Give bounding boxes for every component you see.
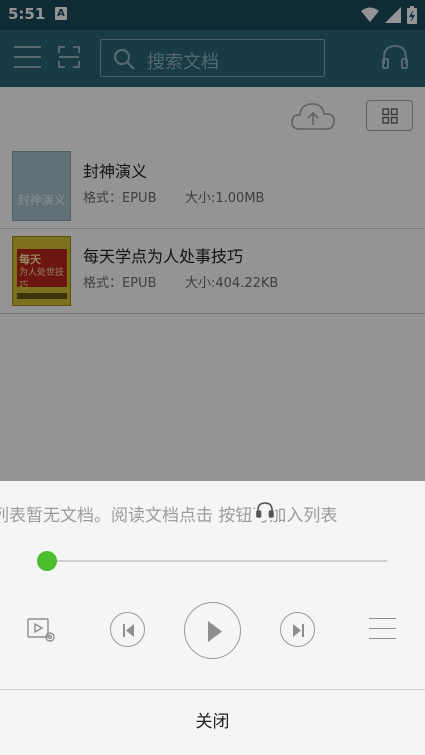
video-settings-icon[interactable] (27, 615, 57, 645)
play-icon (208, 621, 222, 642)
progress-thumb[interactable] (37, 551, 57, 571)
previous-button[interactable] (110, 612, 145, 647)
close-button[interactable]: 关闭 (0, 690, 425, 755)
next-button[interactable] (280, 612, 315, 647)
previous-icon (123, 624, 134, 637)
empty-playlist-message: 列表暂无文档。阅读文档点击 按钮可加入列表 (0, 506, 338, 526)
play-button[interactable] (184, 602, 241, 659)
playlist-icon[interactable] (369, 618, 396, 640)
next-icon (293, 624, 304, 637)
headphone-icon (255, 500, 275, 520)
audio-player-sheet: 列表暂无文档。阅读文档点击 按钮可加入列表 关闭 (0, 481, 425, 755)
progress-track[interactable] (38, 560, 387, 562)
